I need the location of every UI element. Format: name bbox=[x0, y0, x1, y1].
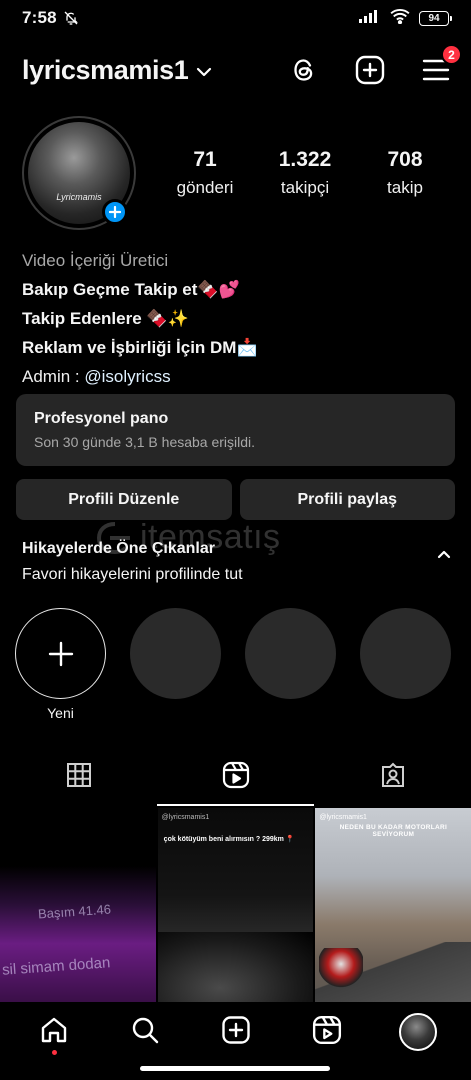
stat-value: 71 bbox=[193, 148, 217, 171]
tab-reels[interactable] bbox=[157, 748, 314, 806]
reel-thumbnail[interactable]: @lyricsmamis1 çok kötüyüm beni alırmısın… bbox=[157, 808, 314, 1002]
highlights-subtitle: Favori hikayelerini profilinde tut bbox=[22, 566, 243, 583]
bell-muted-icon bbox=[63, 10, 79, 26]
nav-home[interactable] bbox=[31, 1009, 77, 1055]
reel-handle: @lyricsmamis1 bbox=[161, 814, 210, 821]
username-switcher[interactable]: lyricsmamis1 bbox=[22, 55, 189, 86]
stat-followers[interactable]: 1.322 takipçi bbox=[260, 148, 350, 198]
bio-line: Takip Edenlere 🍫✨ bbox=[22, 309, 189, 328]
profile-stats: 71 gönderi 1.322 takipçi 708 takip bbox=[160, 148, 450, 198]
new-highlight-button[interactable] bbox=[15, 608, 106, 699]
menu-icon[interactable]: 2 bbox=[421, 44, 462, 85]
reel-caption: çok kötüyüm beni alırmısın ? 299km 📍 bbox=[163, 836, 295, 843]
reel-thumbnail[interactable]: Başım 41.46 sil simam dodan bbox=[0, 808, 156, 1002]
highlights-row bbox=[15, 608, 451, 699]
signal-icon bbox=[359, 9, 381, 28]
nav-search[interactable] bbox=[122, 1009, 168, 1055]
highlight-placeholder bbox=[130, 608, 221, 699]
bio-line: Bakıp Geçme Takip et🍫💕 bbox=[22, 280, 240, 299]
reels-grid: Başım 41.46 sil simam dodan @lyricsmamis… bbox=[0, 808, 471, 1002]
chevron-up-icon[interactable] bbox=[437, 546, 451, 564]
system-home-indicator[interactable] bbox=[140, 1066, 330, 1071]
battery-level: 94 bbox=[428, 12, 440, 24]
stat-value: 1.322 bbox=[278, 148, 332, 171]
bio-line: Reklam ve İşbirliği İçin DM📩 bbox=[22, 338, 258, 357]
nav-reels[interactable] bbox=[304, 1009, 350, 1055]
highlight-placeholder bbox=[360, 608, 451, 699]
dashboard-subtitle: Son 30 günde 3,1 B hesaba erişildi. bbox=[34, 434, 256, 450]
dashboard-title: Profesyonel pano bbox=[34, 410, 169, 427]
reel-thumbnail[interactable]: @lyricsmamis1 NEDEN BU KADAR MOTORLARI S… bbox=[315, 808, 471, 1002]
activity-dot bbox=[51, 1050, 57, 1055]
reel-caption: NEDEN BU KADAR MOTORLARI SEVİYORUM bbox=[339, 824, 448, 838]
bio-category: Video İçeriği Üretici bbox=[22, 251, 169, 270]
bio-admin-line: Admin : @isolyricss bbox=[22, 362, 452, 391]
admin-handle-link[interactable]: @isolyricss bbox=[84, 367, 170, 386]
add-story-button[interactable] bbox=[102, 199, 128, 225]
highlights-header: Hikayelerde Öne Çıkanlar Favori hikayele… bbox=[22, 540, 452, 584]
tab-grid[interactable] bbox=[0, 748, 157, 806]
stat-posts[interactable]: 71 gönderi bbox=[160, 148, 250, 198]
bottom-navigation bbox=[0, 1004, 471, 1060]
profile-tabs bbox=[0, 748, 471, 806]
notification-badge: 2 bbox=[441, 44, 462, 65]
tab-tagged[interactable] bbox=[314, 748, 471, 806]
reel-overlay-text: sil simam dodan bbox=[1, 954, 111, 979]
status-bar: 7:58 94 bbox=[0, 0, 471, 36]
create-plus-icon[interactable] bbox=[355, 55, 385, 85]
reel-handle: @lyricsmamis1 bbox=[319, 814, 367, 821]
stat-label: takip bbox=[387, 178, 423, 197]
new-highlight-label: Yeni bbox=[47, 705, 74, 721]
wifi-icon bbox=[389, 8, 411, 29]
reel-overlay-text: Başım 41.46 bbox=[37, 901, 112, 922]
reel-image-car bbox=[157, 932, 314, 1002]
profile-actions: Profili Düzenle Profili paylaş bbox=[16, 479, 455, 520]
profile-header: lyricsmamis1 2 bbox=[0, 44, 471, 94]
nav-profile[interactable] bbox=[395, 1009, 441, 1055]
reels-icon bbox=[222, 761, 250, 794]
profile-avatar bbox=[398, 1013, 437, 1051]
share-profile-button[interactable]: Profili paylaş bbox=[239, 479, 455, 520]
tagged-icon bbox=[379, 761, 407, 794]
profile-bio: Video İçeriği Üretici Bakıp Geçme Takip … bbox=[22, 246, 452, 391]
status-time: 7:58 bbox=[22, 8, 57, 27]
create-icon bbox=[221, 1015, 251, 1050]
home-icon bbox=[39, 1015, 69, 1050]
reels-icon bbox=[312, 1015, 342, 1050]
bio-admin-prefix: Admin : bbox=[22, 367, 85, 386]
stat-value: 708 bbox=[387, 148, 423, 171]
grid-icon bbox=[66, 762, 92, 793]
threads-icon[interactable] bbox=[289, 55, 319, 85]
stat-label: gönderi bbox=[176, 178, 234, 197]
search-icon bbox=[130, 1015, 160, 1050]
reel-image-bike bbox=[319, 948, 364, 988]
avatar-label: Lyricmamis bbox=[56, 192, 102, 202]
edit-profile-button[interactable]: Profili Düzenle bbox=[16, 479, 232, 520]
nav-create[interactable] bbox=[213, 1009, 259, 1055]
highlights-title: Hikayelerde Öne Çıkanlar bbox=[22, 540, 215, 557]
battery-icon: 94 bbox=[419, 10, 452, 26]
professional-dashboard-card[interactable]: Profesyonel pano Son 30 günde 3,1 B hesa… bbox=[16, 394, 455, 466]
stat-label: takipçi bbox=[280, 178, 330, 197]
stat-following[interactable]: 708 takip bbox=[360, 148, 450, 198]
highlight-placeholder bbox=[245, 608, 336, 699]
chevron-down-icon[interactable] bbox=[196, 67, 212, 77]
